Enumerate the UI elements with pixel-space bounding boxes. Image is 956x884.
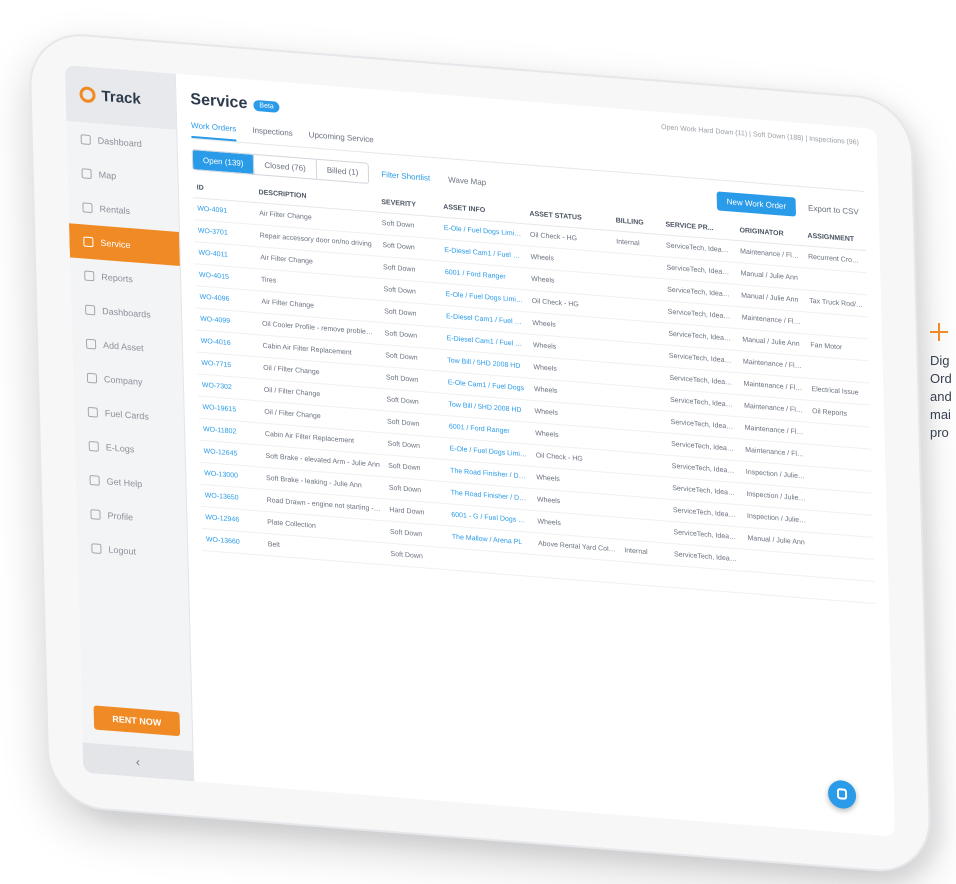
chat-support-button[interactable] [827, 779, 857, 810]
rent-now-button[interactable]: RENT NOW [93, 705, 181, 737]
filter-open[interactable]: Open (139) [192, 150, 255, 174]
sidebar-item-label: Service [100, 237, 131, 251]
export-csv-button[interactable]: Export to CSV [802, 203, 865, 217]
sidebar-item-label: E-Logs [105, 442, 135, 455]
sidebar-item-label: Logout [108, 544, 137, 557]
sidebar-item-label: Reports [101, 271, 133, 285]
sidebar: Track Dashboard Map Rentals Service Reports D… [64, 64, 195, 782]
side-caption: Dig Ord and mai pro [930, 352, 952, 442]
sidebar-nav: Dashboard Map Rentals Service Reports Dashboa… [66, 121, 188, 573]
sidebar-item-label: Map [98, 169, 117, 182]
tab-inspections[interactable]: Inspections [252, 126, 293, 146]
tab-upcoming-service[interactable]: Upcoming Service [309, 130, 374, 152]
sidebar-item-label: Add Asset [102, 340, 144, 354]
nav-icon [88, 440, 99, 452]
tablet-device: Track Dashboard Map Rentals Service Reports D… [28, 30, 932, 876]
nav-icon [81, 168, 92, 180]
table-cell [812, 576, 875, 604]
table-cell [670, 565, 746, 594]
table-cell [744, 571, 813, 599]
nav-icon [82, 202, 93, 214]
nav-icon [85, 304, 96, 316]
wave-map-link[interactable]: Wave Map [442, 175, 492, 188]
caption-line: Ord [930, 371, 952, 386]
sidebar-item-label: Profile [107, 510, 134, 523]
logo[interactable]: Track [64, 64, 177, 130]
nav-icon [86, 372, 98, 384]
nav-icon [90, 509, 101, 520]
logo-icon [79, 86, 96, 104]
toolbar-spacer [498, 184, 711, 201]
caption-line: mai [930, 407, 951, 422]
caption-line: and [930, 389, 952, 404]
sidebar-item-label: Dashboards [102, 305, 151, 320]
caption-line: pro [930, 425, 949, 440]
caption-line: Dig [930, 353, 950, 368]
sidebar-item-label: Fuel Cards [104, 408, 149, 422]
nav-icon [87, 406, 98, 418]
nav-icon [91, 543, 102, 554]
status-filter: Open (139) Closed (76) Billed (1) [191, 148, 370, 185]
collapse-sidebar-button[interactable]: ‹ [82, 742, 194, 782]
plus-icon [930, 323, 948, 341]
filter-shortlist-link[interactable]: Filter Shortlist [375, 169, 436, 183]
filter-billed[interactable]: Billed (1) [317, 160, 369, 183]
sidebar-item-label: Rentals [99, 203, 131, 217]
nav-icon [85, 338, 97, 350]
nav-icon [80, 134, 91, 145]
nav-icon [89, 475, 100, 486]
chevron-left-icon: ‹ [135, 754, 141, 770]
table-body: WO-4091 Air Filter Change Soft Down E-Ole /… [192, 197, 875, 604]
filter-closed[interactable]: Closed (76) [254, 154, 318, 179]
nav-icon [83, 236, 94, 248]
beta-badge: Beta [253, 99, 280, 113]
app-screen: Track Dashboard Map Rentals Service Reports D… [64, 64, 896, 837]
logo-text: Track [101, 87, 141, 108]
sidebar-item-label: Get Help [106, 476, 143, 490]
page-title: Service [190, 90, 248, 113]
table-cell: Soft Down [386, 542, 449, 570]
new-work-order-button[interactable]: New Work Order [716, 191, 797, 217]
main-content: Open Work Hard Down (11) | Soft Down (18… [176, 74, 895, 837]
sidebar-item-label: Company [103, 374, 143, 388]
nav-icon [84, 270, 95, 282]
table-cell [620, 561, 671, 588]
work-orders-table: ID DESCRIPTION SEVERITY ASSET INFO ASSET STA… [192, 178, 875, 604]
work-order-id-link[interactable]: WO-13660 [201, 528, 265, 556]
sidebar-item-label: Dashboard [97, 135, 142, 150]
tab-work-orders[interactable]: Work Orders [190, 120, 237, 142]
